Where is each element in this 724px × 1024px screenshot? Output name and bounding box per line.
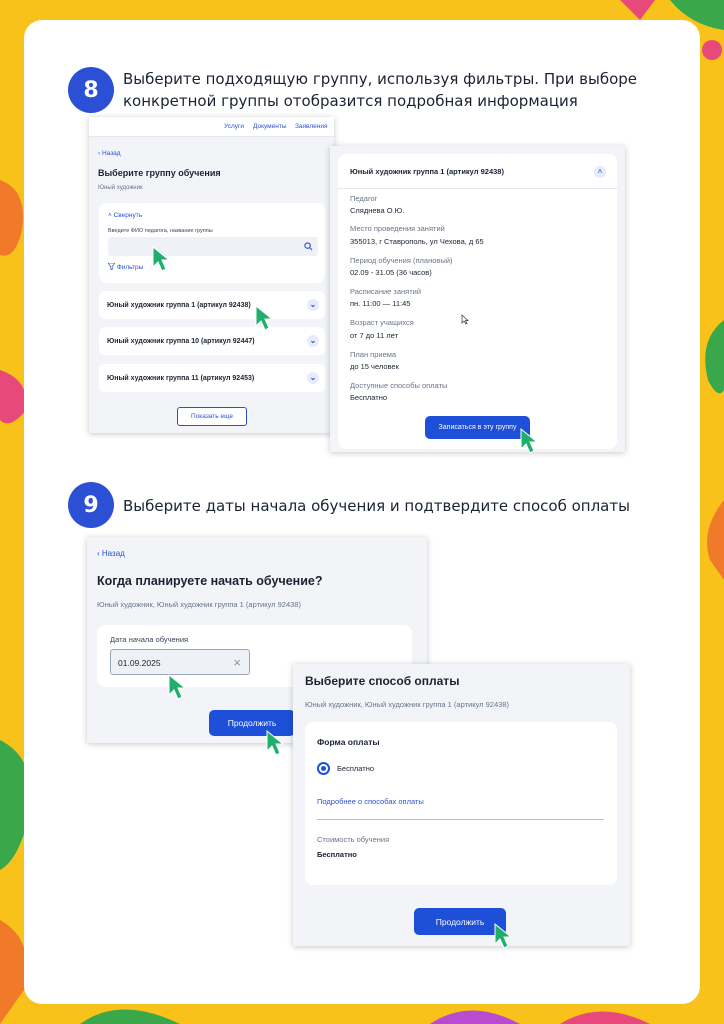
group-details-title: Юный художник группа 1 (артикул 92438)	[350, 167, 504, 176]
location-label: Место проведения занятий	[350, 224, 445, 233]
step-8-text: Выберите подходящую группу, используя фи…	[123, 68, 637, 112]
teacher-label: Педагог	[350, 194, 378, 203]
cursor-icon	[266, 729, 285, 756]
mouse-pointer-icon	[461, 314, 469, 325]
show-more-button[interactable]: Показать еще	[177, 407, 247, 426]
clear-icon[interactable]: ×	[233, 655, 241, 670]
back-link[interactable]: ‹ Назад	[98, 150, 121, 157]
payment-page-subtitle: Юный художник, Юный художник группа 1 (а…	[305, 700, 509, 709]
search-label: Введите ФИО педагога, название группы	[108, 228, 213, 234]
payment-divider	[317, 819, 604, 820]
schedule-value: пн. 11:00 — 11:45	[350, 299, 411, 308]
filters-button[interactable]: Фильтры	[107, 262, 144, 271]
cursor-icon	[255, 304, 274, 331]
collapse-link[interactable]: ˄ Свернуть	[108, 212, 142, 219]
date-page-subtitle: Юный художник, Юный художник группа 1 (а…	[97, 600, 301, 609]
group-row-2-label: Юный художник группа 10 (артикул 92447)	[107, 337, 255, 345]
page-title: Выберите группу обучения	[98, 168, 221, 178]
group-row-1-label: Юный художник группа 1 (артикул 92438)	[107, 301, 251, 309]
period-value: 02.09 - 31.05 (36 часов)	[350, 268, 432, 277]
cursor-icon	[494, 922, 513, 949]
payment-info-link[interactable]: Подробнее о способах оплаты	[317, 797, 424, 806]
nav-services-link[interactable]: Услуги	[224, 123, 244, 130]
payment-form-label: Форма оплаты	[317, 737, 380, 747]
payment-methods-label: Доступные способы оплаты	[350, 381, 448, 390]
radio-selected-icon	[317, 762, 330, 775]
teacher-value: Сляднева О.Ю.	[350, 206, 405, 215]
date-page-title: Когда планируете начать обучение?	[97, 574, 323, 588]
group-row-3[interactable]: Юный художник группа 11 (артикул 92453) ⌄	[99, 364, 325, 392]
payment-panel: Форма оплаты Бесплатно Подробнее о спосо…	[305, 722, 617, 885]
search-panel: ˄ Свернуть Введите ФИО педагога, названи…	[99, 203, 325, 283]
age-label: Возраст учащихся	[350, 318, 414, 327]
group-row-2[interactable]: Юный художник группа 10 (артикул 92447) ⌄	[99, 327, 325, 355]
top-nav: Услуги Документы Заявления	[89, 117, 334, 137]
chevron-down-icon: ⌄	[307, 335, 319, 347]
nav-applications-link[interactable]: Заявления	[295, 123, 328, 130]
date-label: Дата начала обучения	[110, 635, 189, 644]
payment-methods-value: Бесплатно	[350, 393, 388, 402]
group-list-screenshot: Услуги Документы Заявления ‹ Назад Выбер…	[89, 117, 334, 433]
cursor-icon	[520, 427, 539, 454]
chevron-down-icon: ⌄	[307, 372, 319, 384]
enroll-button[interactable]: Записаться в эту группу	[425, 416, 530, 439]
location-value: 355013, г Ставрополь, ул Чехова, д 65	[350, 237, 484, 246]
group-row-3-label: Юный художник группа 11 (артикул 92453)	[107, 374, 255, 382]
schedule-label: Расписание занятий	[350, 287, 422, 296]
step-8-text-line-1: Выберите подходящую группу, используя фи…	[123, 70, 637, 88]
cursor-icon	[152, 245, 171, 272]
step-9-badge: 9	[68, 482, 114, 528]
page-subtitle: Юный художник	[98, 185, 143, 191]
filters-label: Фильтры	[116, 264, 144, 271]
cost-value: Бесплатно	[317, 850, 357, 859]
search-input[interactable]	[108, 237, 318, 256]
group-details-screenshot: Юный художник группа 1 (артикул 92438) ˄…	[330, 146, 625, 452]
period-label: Период обучения (плановый)	[350, 256, 453, 265]
decor-blob-right	[705, 320, 724, 580]
step-8-text-line-2: конкретной группы отобразится подробная …	[123, 92, 578, 110]
age-value: от 7 до 11 лет	[350, 331, 399, 340]
collapse-label: Свернуть	[113, 212, 143, 219]
step-9-text: Выберите даты начала обучения и подтверд…	[123, 497, 630, 515]
admission-label: План приема	[350, 350, 397, 359]
cost-label: Стоимость обучения	[317, 835, 390, 844]
group-details-panel: Юный художник группа 1 (артикул 92438) ˄…	[338, 154, 617, 449]
group-row-1[interactable]: Юный художник группа 1 (артикул 92438) ⌄	[99, 291, 325, 319]
back-link[interactable]: ‹ Назад	[97, 549, 125, 558]
step-8-badge: 8	[68, 67, 114, 113]
filter-icon	[107, 262, 116, 271]
free-payment-radio[interactable]: Бесплатно	[317, 762, 467, 776]
cursor-icon	[168, 673, 187, 700]
payment-screenshot: Выберите способ оплаты Юный художник, Юн…	[293, 664, 630, 946]
nav-documents-link[interactable]: Документы	[253, 123, 287, 130]
chevron-up-icon[interactable]: ˄	[594, 166, 606, 178]
start-date-value: 01.09.2025	[118, 658, 161, 668]
payment-page-title: Выберите способ оплаты	[305, 674, 460, 688]
free-option-label: Бесплатно	[337, 764, 375, 773]
chevron-down-icon: ⌄	[307, 299, 319, 311]
admission-value: до 15 человек	[350, 362, 399, 371]
details-divider	[338, 188, 617, 189]
search-icon	[304, 242, 313, 251]
